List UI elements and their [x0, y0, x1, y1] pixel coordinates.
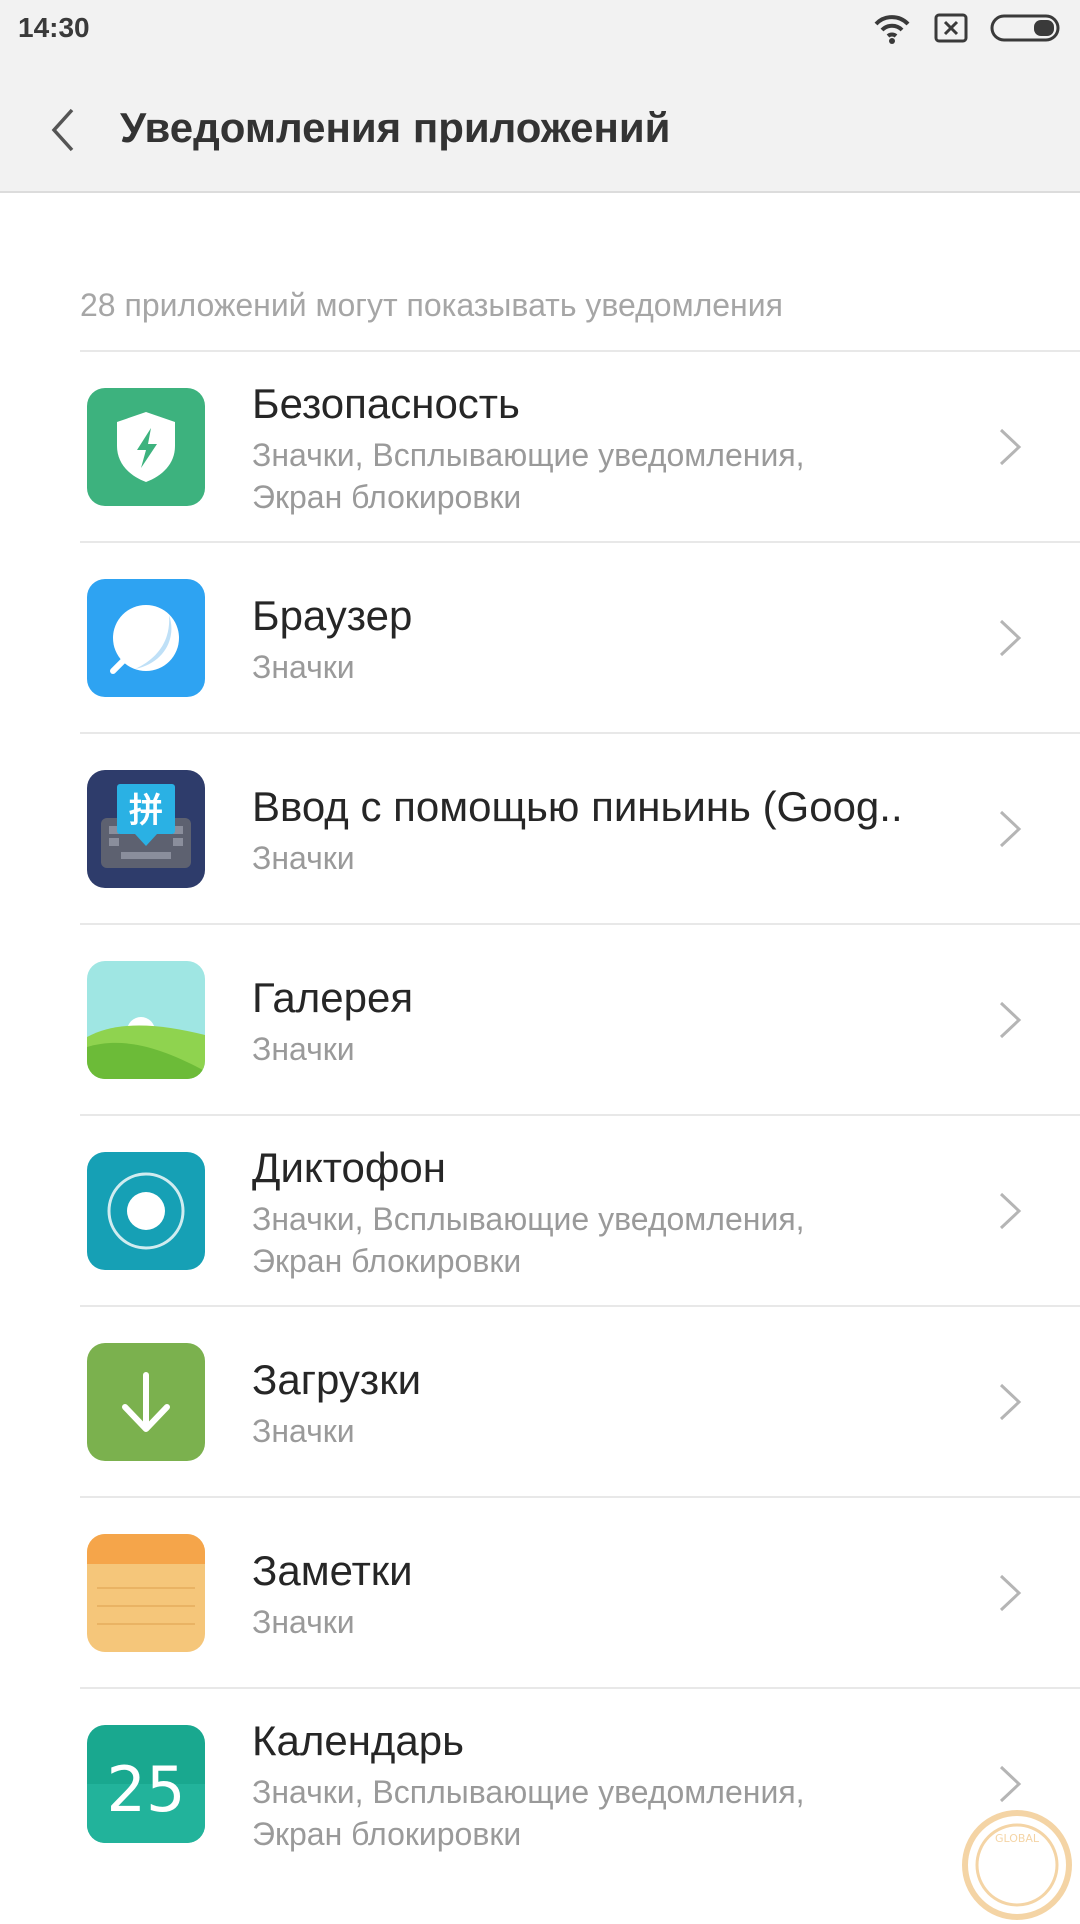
recorder-icon [87, 1152, 205, 1270]
app-notification-types: Значки [252, 1603, 355, 1640]
svg-text:25: 25 [107, 1753, 186, 1826]
page-title: Уведомления приложений [120, 104, 671, 151]
list-item[interactable]: 25 Календарь Значки, Всплывающие уведомл… [80, 1687, 1080, 1878]
svg-text:GLOBAL: GLOBAL [995, 1832, 1040, 1845]
chevron-right-icon [999, 428, 1022, 466]
shield-icon [87, 388, 205, 506]
app-header: Уведомления приложений [0, 60, 1080, 193]
watermark-logo-icon: GLOBAL [962, 1810, 1072, 1920]
wifi-icon [872, 12, 912, 49]
app-notification-types: Значки [252, 648, 355, 685]
app-notification-types: Значки [252, 1030, 355, 1067]
status-icons [850, 12, 1062, 48]
list-item[interactable]: Безопасность Значки, Всплывающие уведомл… [80, 350, 1080, 541]
app-name: Загрузки [252, 1355, 422, 1403]
app-name: Календарь [252, 1716, 464, 1764]
app-name: Заметки [252, 1546, 413, 1594]
calendar-icon: 25 [87, 1725, 205, 1843]
app-name: Ввод с помощью пиньинь (Goog.. [252, 782, 903, 830]
app-notification-types: Значки [252, 839, 355, 876]
download-icon [87, 1343, 205, 1461]
chevron-right-icon [999, 619, 1022, 657]
app-notification-types: Значки, Всплывающие уведомления, Экран б… [252, 436, 805, 515]
app-notification-types: Значки, Всплывающие уведомления, Экран б… [252, 1773, 805, 1852]
list-item[interactable]: Диктофон Значки, Всплывающие уведомления… [80, 1114, 1080, 1305]
notes-icon [87, 1534, 205, 1652]
chevron-left-icon [51, 108, 74, 152]
status-bar: 14:30 [0, 0, 1080, 60]
app-name: Диктофон [252, 1143, 446, 1191]
chevron-right-icon [999, 810, 1022, 848]
list-item[interactable]: Браузер Значки [80, 541, 1080, 732]
chevron-right-icon [999, 1574, 1022, 1612]
gallery-icon [87, 961, 205, 1079]
list-item[interactable]: Заметки Значки [80, 1496, 1080, 1687]
status-time: 14:30 [18, 12, 90, 43]
chevron-right-icon [999, 1192, 1022, 1230]
browser-icon [87, 579, 205, 697]
chevron-right-icon [999, 1001, 1022, 1039]
list-item[interactable]: Галерея Значки [80, 923, 1080, 1114]
chevron-right-icon [999, 1383, 1022, 1421]
list-item[interactable]: Загрузки Значки [80, 1305, 1080, 1496]
back-button[interactable] [40, 100, 90, 160]
app-list: Безопасность Значки, Всплывающие уведомл… [0, 350, 1080, 1878]
svg-text:拼: 拼 [129, 791, 163, 831]
app-name: Галерея [252, 973, 414, 1021]
app-name: Безопасность [252, 379, 520, 427]
sim-card-icon [934, 13, 968, 48]
chevron-right-icon [999, 1765, 1022, 1803]
keyboard-icon: 拼 [87, 770, 205, 888]
list-item[interactable]: 拼 Ввод с помощью пиньинь (Goog.. Значки [80, 732, 1080, 923]
app-notification-types: Значки, Всплывающие уведомления, Экран б… [252, 1200, 805, 1279]
app-notification-types: Значки [252, 1412, 355, 1449]
app-name: Браузер [252, 591, 413, 639]
battery-icon [990, 13, 1062, 48]
section-caption: 28 приложений могут показывать уведомлен… [80, 287, 783, 323]
